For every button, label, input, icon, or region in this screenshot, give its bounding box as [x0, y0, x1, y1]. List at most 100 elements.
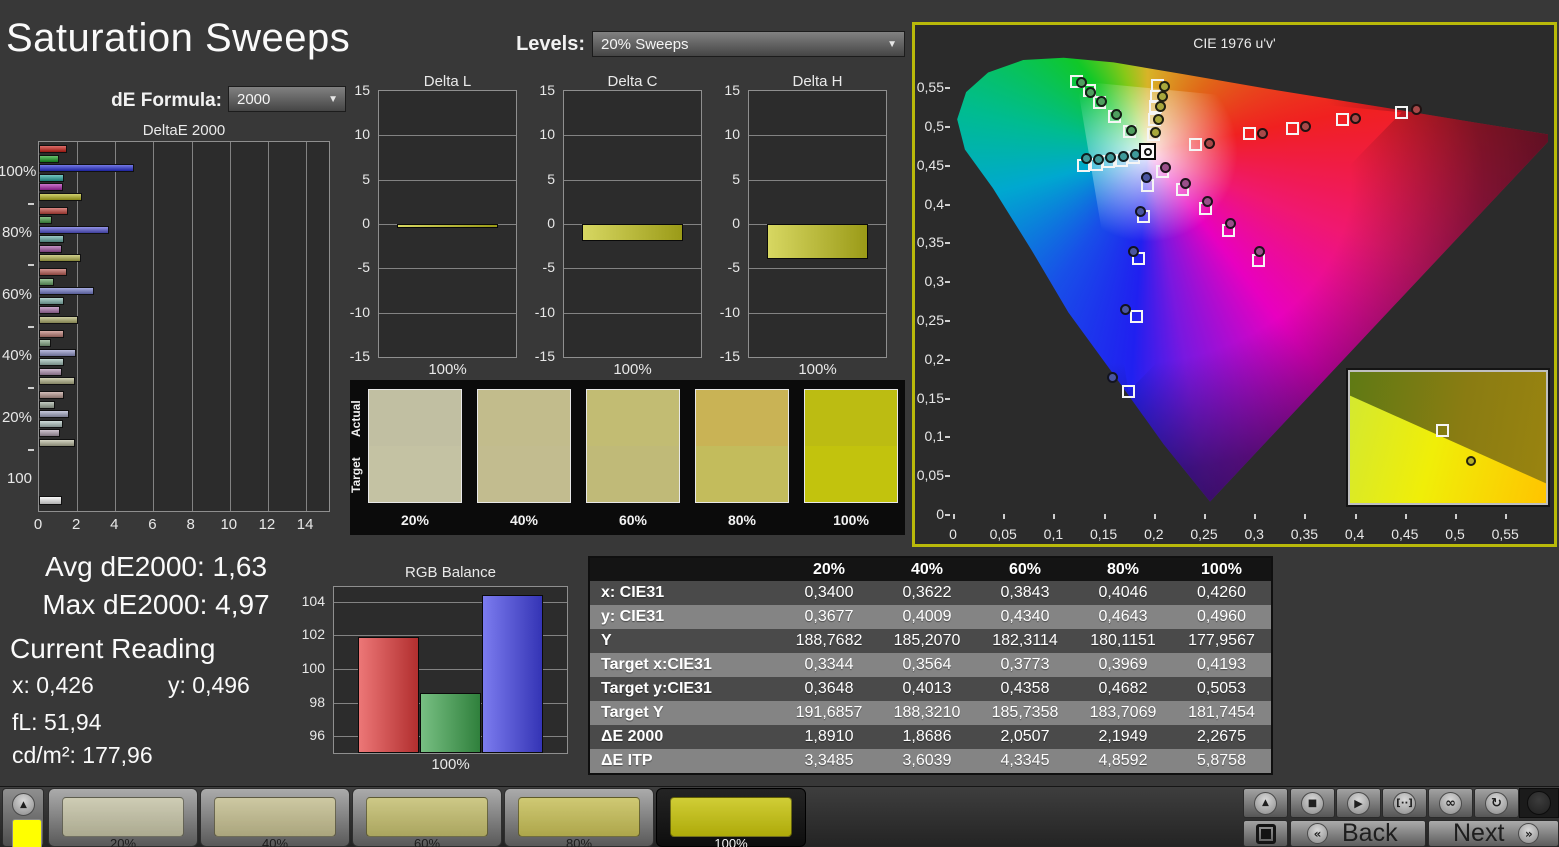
- current-reading-heading: Current Reading: [10, 633, 216, 664]
- levels-dropdown[interactable]: 20% Sweeps ▼: [592, 31, 905, 57]
- deltae-bar-cyan: [39, 358, 64, 366]
- y-tick: [945, 126, 950, 129]
- patch-up-button[interactable]: ▲: [12, 793, 35, 816]
- y-tick-label: 10: [354, 126, 370, 143]
- delta-h-plot: [748, 90, 887, 358]
- patch-card-20%[interactable]: 20%: [48, 788, 198, 847]
- deltae2000-chart-title: DeltaE 2000: [142, 122, 226, 139]
- gridline: [379, 179, 516, 181]
- refresh-button[interactable]: ↻: [1474, 788, 1519, 818]
- compare-swatch-label: 100%: [833, 512, 869, 528]
- patch-card-80%[interactable]: 80%: [504, 788, 654, 847]
- value-cell: 0,4358: [1000, 680, 1050, 697]
- x-tick-label: 0,1: [1043, 526, 1064, 542]
- gridline: [191, 142, 193, 511]
- table-row: x: CIE31 0,3400 0,3622 0,3843 0,4046 0,4260: [590, 581, 1271, 605]
- gridline: [229, 142, 231, 511]
- patch-card-60%[interactable]: 60%: [352, 788, 502, 847]
- value-cell: 0,3344: [804, 656, 854, 673]
- deltae-bar-cyan: [39, 173, 65, 182]
- window-button[interactable]: [1243, 820, 1288, 847]
- x-tick: [1204, 514, 1206, 519]
- deltae-bar-green: [39, 216, 53, 224]
- deltae-bar-blue: [39, 287, 95, 295]
- y-tick: [28, 264, 34, 266]
- current-patch-swatch[interactable]: [12, 819, 42, 847]
- back-chevron-icon: «: [1313, 826, 1322, 841]
- up-arrow-icon: ▲: [1262, 798, 1269, 808]
- value-cell: 180,1151: [1090, 632, 1156, 649]
- next-button[interactable]: Next »: [1428, 819, 1559, 847]
- marker-button[interactable]: [··]: [1382, 788, 1427, 818]
- stop-button[interactable]: ■: [1290, 788, 1335, 818]
- patch-swatch: [366, 797, 488, 837]
- panel-up-button[interactable]: ▲: [1243, 788, 1288, 818]
- de-formula-label: dE Formula:: [111, 90, 222, 111]
- target-square-red: [1285, 121, 1299, 135]
- y-tick-label: 104: [301, 592, 325, 609]
- delta-l-y-axis: 15 10 5 0 -5 -10 -15: [342, 82, 374, 364]
- value-cell: 188,3210: [893, 704, 961, 721]
- value-cell: 5,8758: [1197, 752, 1246, 769]
- x-tick-label: 0,55: [1491, 526, 1519, 542]
- patch-card-40%[interactable]: 40%: [200, 788, 350, 847]
- measured-dot-cyan: [1093, 153, 1105, 165]
- table-row: Y 188,7682 185,2070 182,3114 180,1151 177,956…: [590, 629, 1271, 653]
- continuous-button[interactable]: ∞: [1428, 788, 1473, 818]
- cie-x-axis: 0 0,05 0,1 0,15 0,2 0,25 0,3 0,35 0,4 0,45 0,5 0,55: [915, 514, 1554, 542]
- y-tick: [945, 514, 950, 516]
- deltae-bar-green: [39, 400, 55, 409]
- patch-card-100%[interactable]: 100%: [656, 788, 806, 847]
- play-button[interactable]: ▶: [1336, 788, 1381, 818]
- y-tick: [945, 164, 950, 167]
- measured-dot-yellow: [1152, 113, 1164, 125]
- patch-swatch: [62, 797, 184, 837]
- de-formula-value: 2000: [237, 90, 271, 108]
- swatch-compare-panel: Actual Target 20% 40% 60% 80% 100%: [349, 380, 905, 535]
- y-tick: [945, 436, 950, 439]
- delta-c-y-axis: 15 10 5 0 -5 -10 -15: [527, 82, 559, 364]
- next-button-label: Next: [1453, 819, 1505, 847]
- group-label: 40%: [1, 347, 32, 365]
- delta-h-y-axis: 15 10 5 0 -5 -10 -15: [712, 82, 744, 364]
- x-tick: [1304, 514, 1307, 519]
- deltae-bar-green: [39, 277, 54, 286]
- deltae-bar-magenta: [39, 429, 61, 437]
- x-tick-label: 0: [949, 526, 957, 542]
- avg-de-text: Avg dE2000: 1,63: [44, 551, 268, 582]
- y-tick-label: 0,25: [916, 312, 944, 329]
- y-tick-label: 15: [724, 82, 740, 98]
- measured-dot-green: [1096, 95, 1108, 107]
- deltae2000-plot: [38, 141, 330, 512]
- measured-dot-red: [1350, 112, 1362, 124]
- x-tick-label: 10: [220, 516, 238, 533]
- rgb-balance-x-label: 100%: [431, 756, 470, 773]
- deltae-bar-yellow: [39, 254, 81, 262]
- de-formula-dropdown[interactable]: 2000 ▼: [228, 86, 346, 112]
- gridline: [267, 142, 269, 511]
- group-label: 20%: [1, 408, 32, 426]
- y-tick-label: 0,15: [916, 389, 944, 406]
- back-button[interactable]: « Back: [1290, 819, 1426, 847]
- y-tick: [945, 242, 950, 245]
- deltae-bar-green: [39, 154, 60, 163]
- y-tick: [28, 448, 34, 451]
- x-tick-label: 14: [296, 516, 314, 533]
- delta-l-title: Delta L: [423, 73, 472, 90]
- value-cell: 0,3843: [1000, 584, 1050, 601]
- inset-measured-dot: [1466, 455, 1477, 466]
- deltae-bar-blue: [39, 164, 134, 172]
- deltae-bar-cyan: [39, 419, 64, 428]
- x-tick-label: 12: [258, 516, 276, 533]
- table-header-cell: 60%: [1008, 560, 1042, 578]
- y-tick-label: 0,45: [916, 156, 944, 173]
- cie-inset-shading: [1350, 372, 1546, 484]
- rgb-balance-title: RGB Balance: [405, 564, 496, 581]
- measured-dot-yellow: [1158, 80, 1170, 92]
- target-square-blue: [1122, 384, 1136, 398]
- y-tick-label: -15: [534, 348, 555, 364]
- y-tick: [945, 87, 950, 90]
- value-cell: 191,6857: [795, 704, 863, 721]
- compare-swatch-80%: [695, 389, 789, 503]
- value-cell: 2,2675: [1197, 728, 1246, 745]
